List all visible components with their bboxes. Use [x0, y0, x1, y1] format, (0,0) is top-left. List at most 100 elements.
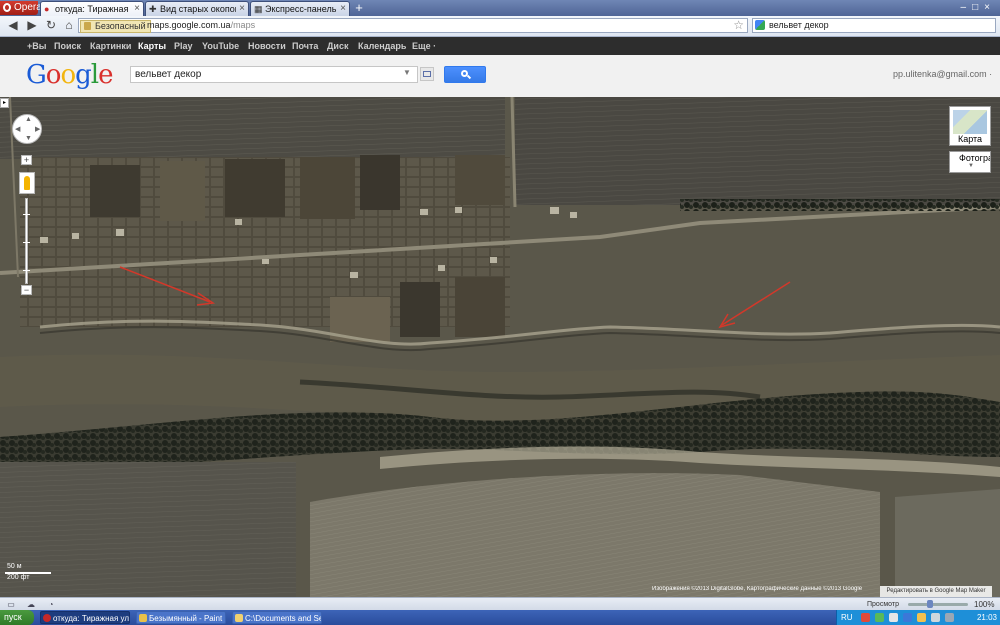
panel-icon[interactable]: ▭ — [6, 600, 16, 609]
taskbar-item-label: Безымянный - Paint — [149, 614, 223, 623]
account-email[interactable]: pp.ulitenka@gmail.com · — [893, 69, 992, 79]
gbar-drive[interactable]: Диск — [327, 37, 348, 55]
gbar-search[interactable]: Поиск — [54, 37, 81, 55]
logo-letter: o — [45, 60, 62, 90]
google-logo[interactable]: Google — [26, 60, 113, 90]
gbar-calendar[interactable]: Календарь — [358, 37, 406, 55]
keyboard-icon[interactable] — [420, 67, 434, 81]
satellite-label: Фотогра — [959, 153, 991, 163]
opera-icon — [43, 614, 51, 622]
zoom-tick — [23, 214, 30, 215]
tab-route[interactable]: ● откуда: Тиражная ул.; ... × — [40, 1, 144, 16]
pan-right-icon[interactable]: ▶ — [35, 125, 40, 133]
gbar-play[interactable]: Play — [174, 37, 193, 55]
zoom-in-button[interactable]: + — [21, 155, 32, 165]
grid-favicon-icon: ▦ — [254, 4, 263, 14]
tray-app-icon[interactable] — [875, 613, 884, 622]
gbar-news[interactable]: Новости — [248, 37, 286, 55]
gbar-plus-you[interactable]: +Вы — [27, 37, 46, 55]
page-zoom-percent[interactable]: 100% — [974, 600, 994, 609]
url-path: /maps — [230, 20, 256, 30]
zoom-slider[interactable] — [25, 198, 28, 284]
plus-favicon-icon: ✚ — [149, 4, 157, 14]
street-view-pegman-icon[interactable] — [19, 172, 35, 194]
satellite-imagery — [0, 97, 1000, 597]
taskbar-item-paint[interactable]: Безымянный - Paint — [136, 611, 226, 624]
map-type-button[interactable]: Карта — [949, 106, 991, 146]
speaker-icon[interactable] — [931, 613, 940, 622]
pan-down-icon[interactable]: ▼ — [25, 135, 32, 142]
page-zoom-slider[interactable] — [908, 603, 968, 606]
google-top-bar: +Вы Поиск Картинки Карты Play YouTube Но… — [0, 37, 1000, 55]
tab-title: Экспресс-панель — [265, 4, 337, 14]
reload-icon[interactable]: ↻ — [44, 18, 58, 33]
network-icon[interactable] — [945, 613, 954, 622]
new-tab-button[interactable]: + — [352, 1, 366, 15]
cloud-icon[interactable]: ☁ — [26, 600, 36, 609]
opera-menu-button[interactable]: Opera — [0, 1, 42, 15]
scale-metric: 50 м — [7, 563, 22, 570]
gbar-images[interactable]: Картинки — [90, 37, 131, 55]
google-search-engine-icon — [755, 20, 765, 30]
gbar-maps[interactable]: Карты — [138, 37, 166, 55]
satellite-layer-button[interactable]: Фотогра ▼ — [949, 151, 991, 173]
map-attribution: Изображения ©2013 DigitalGlobe, Картогра… — [652, 586, 863, 592]
logo-letter: l — [90, 60, 99, 90]
tab-close-icon[interactable]: × — [340, 2, 346, 16]
tray-app-icon[interactable] — [903, 613, 912, 622]
chevron-down-icon[interactable]: ▼ — [403, 68, 411, 77]
maps-search-input[interactable]: вельвет декор — [130, 66, 418, 83]
address-field[interactable]: Безопасный maps.google.com.ua/maps ☆ — [78, 18, 748, 33]
pan-control[interactable]: ▲ ▼ ◀ ▶ — [12, 114, 42, 144]
tab-close-icon[interactable]: × — [134, 2, 140, 16]
tab-close-icon[interactable]: × — [239, 2, 245, 16]
gbar-youtube[interactable]: YouTube — [202, 37, 239, 55]
gbar-mail[interactable]: Почта — [292, 37, 318, 55]
back-arrow-icon[interactable]: ◀ — [6, 18, 20, 33]
window-controls[interactable]: –□× — [956, 1, 996, 15]
home-icon[interactable]: ⌂ — [62, 18, 76, 33]
logo-letter: o — [60, 60, 76, 90]
chevron-down-icon: ▼ — [968, 163, 974, 169]
language-indicator[interactable]: RU — [841, 611, 853, 624]
start-button[interactable]: пуск — [0, 610, 34, 625]
satellite-map[interactable]: ▸ — [0, 97, 1000, 597]
folder-icon — [235, 614, 243, 622]
tab-speed-dial[interactable]: ▦ Экспресс-панель × — [250, 1, 350, 16]
tray-app-icon[interactable] — [861, 613, 870, 622]
url-domain: maps.google.com.ua — [147, 20, 231, 30]
pan-up-icon[interactable]: ▲ — [25, 116, 32, 123]
map-thumbnail — [953, 110, 987, 134]
maps-header: Google вельвет декор ▼ pp.ulitenka@gmail… — [0, 55, 1000, 98]
browser-search-field[interactable]: вельвет декор — [752, 18, 996, 33]
tab-title: откуда: Тиражная ул.; ... — [55, 4, 131, 14]
gbar-more[interactable]: Еще · — [412, 37, 436, 55]
forward-arrow-icon[interactable]: ▶ — [25, 18, 39, 33]
taskbar-item-label: C:\Documents and Set... — [245, 614, 321, 623]
address-toolbar: ◀ ▶ ↻ ⌂ Безопасный maps.google.com.ua/ma… — [0, 16, 1000, 37]
mapmaker-link[interactable]: Редактировать в Google Map Maker — [880, 586, 992, 597]
logo-letter: G — [26, 60, 47, 90]
zoom-out-button[interactable]: − — [21, 285, 32, 295]
tray-app-icon[interactable] — [889, 613, 898, 622]
tab-trenches[interactable]: ✚ Вид старых окопов со с... × — [145, 1, 249, 16]
pan-left-icon[interactable]: ◀ — [15, 125, 20, 133]
clock: 21:03 — [976, 613, 997, 622]
lock-icon — [84, 22, 91, 30]
tray-app-icon[interactable] — [917, 613, 926, 622]
zoom-tick — [23, 242, 30, 243]
browser-tab-bar: Opera ● откуда: Тиражная ул.; ... × ✚ Ви… — [0, 0, 1000, 16]
zoom-view-label: Просмотр — [867, 601, 899, 608]
url-text[interactable]: maps.google.com.ua/maps — [147, 19, 255, 32]
speed-icon[interactable]: ◔ — [46, 600, 56, 609]
taskbar-item-opera[interactable]: откуда: Тиражная ул... — [40, 611, 130, 624]
system-tray: RU 21:03 — [836, 610, 1000, 625]
secure-badge[interactable]: Безопасный — [80, 20, 151, 33]
opera-logo-icon — [3, 3, 11, 12]
panel-toggle-icon[interactable]: ▸ — [0, 98, 9, 108]
search-button[interactable] — [444, 66, 486, 83]
bookmark-star-icon[interactable]: ☆ — [733, 18, 744, 32]
page-zoom-knob[interactable] — [927, 600, 934, 608]
logo-letter: g — [75, 60, 92, 90]
taskbar-item-explorer[interactable]: C:\Documents and Set... — [232, 611, 322, 624]
